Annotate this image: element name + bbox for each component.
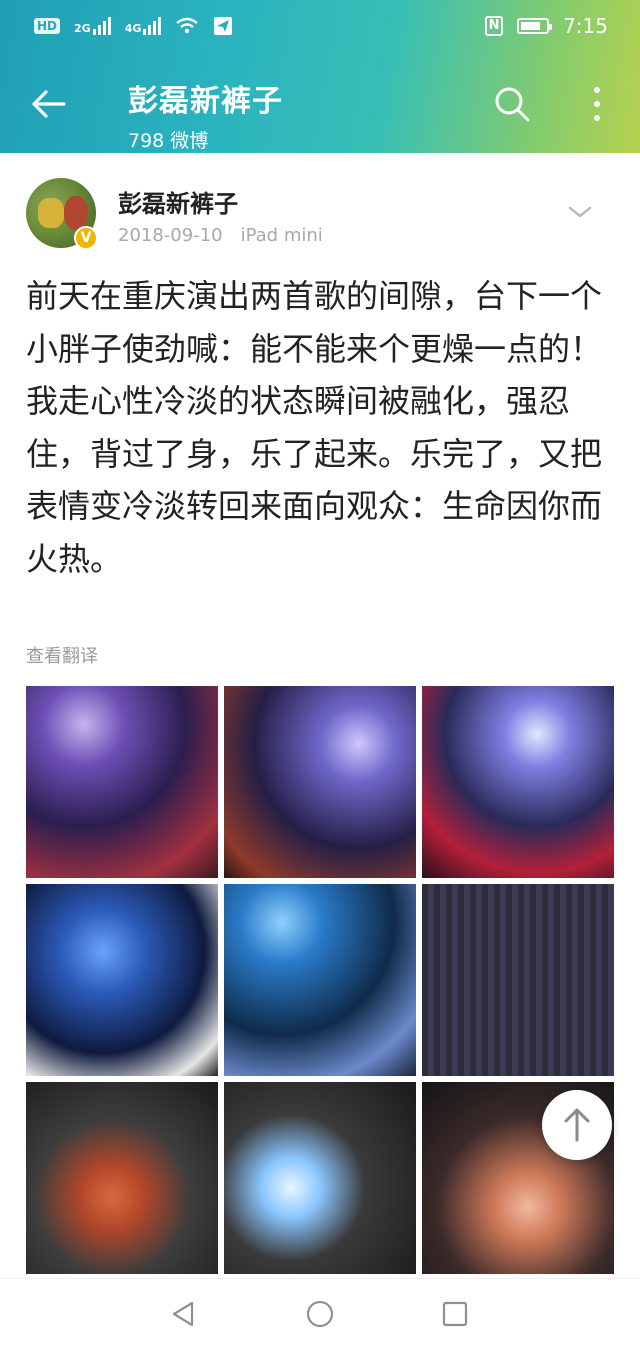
verified-badge-icon: V	[74, 226, 98, 250]
status-bar-right: N 7:15	[485, 14, 608, 38]
post-date: 2018-09-10	[118, 225, 223, 246]
battery-fill	[521, 22, 541, 30]
photo-4[interactable]	[26, 884, 218, 1076]
hd-badge: HD	[34, 18, 61, 34]
signal-bars-icon	[143, 17, 162, 35]
post-author-name[interactable]: 彭磊新裤子	[118, 184, 238, 219]
send-icon	[214, 17, 233, 35]
square-recent-icon[interactable]	[440, 1299, 470, 1329]
avatar-figure-right	[64, 196, 88, 230]
status-bar-left: HD 2G 4G	[34, 16, 233, 36]
photo-1[interactable]	[26, 686, 218, 878]
more-vertical-icon[interactable]	[586, 84, 608, 124]
scroll-to-top-button[interactable]	[542, 1090, 612, 1160]
post-device: iPad mini	[240, 225, 323, 246]
photo-5[interactable]	[224, 884, 416, 1076]
clock: 7:15	[563, 14, 608, 38]
app-header: HD 2G 4G N 7:15 彭磊新裤子 798 微博	[0, 0, 640, 153]
signal-bars-icon	[92, 17, 111, 35]
status-bar: HD 2G 4G N 7:15	[0, 0, 640, 56]
chevron-down-icon[interactable]	[566, 200, 594, 224]
header-title-block: 彭磊新裤子 798 微博	[128, 76, 283, 153]
view-translation-link[interactable]: 查看翻译	[26, 642, 98, 668]
post-text: 前天在重庆演出两首歌的间隙，台下一个小胖子使劲喊：能不能来个更燥一点的！我走心性…	[26, 277, 603, 578]
post-count: 798 微博	[128, 130, 209, 152]
signal-4g: 4G	[125, 17, 162, 35]
avatar-figure-left	[38, 198, 64, 228]
photo-6[interactable]	[422, 884, 614, 1076]
nfc-icon: N	[485, 16, 504, 36]
wifi-icon	[176, 17, 199, 34]
circle-home-icon[interactable]	[305, 1299, 335, 1329]
battery-icon	[517, 18, 553, 34]
system-nav-bar	[0, 1278, 640, 1351]
photo-2[interactable]	[224, 686, 416, 878]
post-meta: 2018-09-10 iPad mini	[118, 225, 323, 246]
back-arrow-icon[interactable]	[26, 82, 70, 126]
photo-8[interactable]	[224, 1082, 416, 1274]
weibo-post-page: HD 2G 4G N 7:15 彭磊新裤子 798 微博 V 彭磊新裤子 201…	[0, 0, 640, 1351]
arrow-up-icon	[564, 1108, 590, 1142]
page-title: 彭磊新裤子	[128, 84, 283, 119]
search-icon[interactable]	[492, 84, 532, 124]
photo-3[interactable]	[422, 686, 614, 878]
triangle-back-icon[interactable]	[168, 1299, 198, 1329]
signal-2g: 2G	[74, 17, 111, 35]
photo-7[interactable]	[26, 1082, 218, 1274]
